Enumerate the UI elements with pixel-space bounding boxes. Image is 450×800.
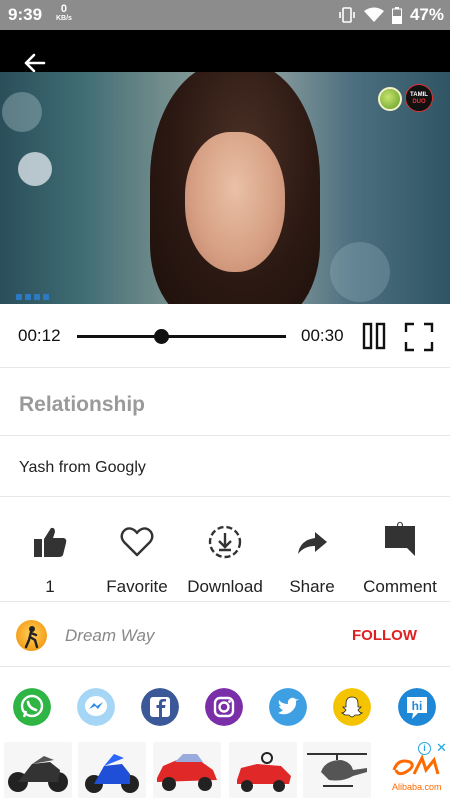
title-row: Relationship [0, 369, 450, 436]
ad-product-toy-car[interactable] [153, 742, 221, 798]
seek-bar-progress [77, 335, 161, 338]
social-mini-icon [25, 294, 31, 300]
comment-count: 0 [396, 519, 404, 534]
like-button[interactable]: 1 [5, 498, 95, 602]
motorcycle-icon [8, 756, 68, 792]
network-speed-unit: KB/s [56, 15, 72, 22]
subtitle-row: Yash from Googly [0, 437, 450, 497]
bokeh-light [18, 152, 52, 186]
social-mini-icon [34, 294, 40, 300]
share-button[interactable]: Share [267, 498, 357, 602]
video-subtitle: Yash from Googly [19, 459, 146, 476]
ad-product-toy-bike[interactable] [78, 742, 146, 798]
bokeh-light [330, 242, 390, 302]
ride-on-car-icon [237, 752, 291, 792]
twitter-icon[interactable] [269, 688, 307, 726]
helicopter-icon [307, 753, 367, 787]
seek-bar-thumb[interactable] [153, 329, 169, 344]
battery-icon [391, 6, 402, 24]
share-arrow-icon [298, 532, 327, 554]
badge-line-1: TAMIL [410, 92, 428, 98]
share-bar: hi [0, 682, 450, 737]
total-time: 00:30 [301, 326, 344, 345]
status-icons: 47% [338, 5, 444, 25]
ad-info-icon[interactable]: i [418, 742, 431, 755]
thumbs-up-icon [34, 527, 67, 557]
ad-product-helicopter[interactable] [303, 742, 371, 798]
follow-button[interactable]: FOLLOW [352, 627, 417, 644]
network-speed: 0 KB/s [56, 4, 72, 24]
share-label: Share [289, 577, 335, 596]
ad-banner[interactable]: Alibaba.com i ✕ [0, 740, 450, 800]
current-time: 00:12 [18, 326, 61, 345]
ad-product-motorcycle[interactable] [4, 742, 72, 798]
seek-bar[interactable] [77, 329, 286, 344]
social-mini-icon [43, 294, 49, 300]
battery-percent: 47% [409, 5, 444, 24]
toy-car-icon [157, 754, 217, 791]
player-controls: 00:12 00:30 [0, 304, 450, 368]
channel-name[interactable]: Dream Way [65, 626, 154, 646]
favorite-button[interactable]: Favorite [92, 498, 182, 602]
video-figure-face [185, 132, 285, 272]
vibrate-icon [339, 7, 355, 23]
heart-icon [120, 527, 154, 557]
status-bar: 9:39 0 KB/s 47% [0, 0, 450, 30]
snapchat-icon[interactable] [333, 688, 371, 726]
wifi-icon [363, 7, 384, 22]
tamil-duo-badge: TAMIL DUO [405, 84, 433, 112]
messenger-icon[interactable] [77, 688, 115, 726]
action-bar: 1 Favorite Download Share 0 Comment [0, 498, 450, 602]
download-label: Download [187, 577, 263, 596]
whatsapp-icon[interactable] [13, 688, 51, 726]
facebook-icon[interactable] [141, 688, 179, 726]
bokeh-light [2, 92, 42, 132]
video-title: Relationship [19, 393, 146, 416]
channel-row: Dream Way FOLLOW [0, 603, 450, 667]
status-time: 9:39 [8, 5, 43, 24]
favorite-label: Favorite [106, 577, 168, 596]
instagram-icon[interactable] [205, 688, 243, 726]
like-count: 1 [45, 577, 55, 596]
download-button[interactable]: Download [180, 498, 270, 602]
video-top-bar [0, 30, 450, 72]
comment-button[interactable]: 0 Comment [355, 498, 445, 602]
alibaba-logo-icon [392, 754, 440, 776]
ad-brand: Alibaba.com [392, 782, 442, 792]
fullscreen-icon[interactable] [404, 322, 434, 352]
ad-close-icon[interactable]: ✕ [436, 740, 447, 756]
hike-icon[interactable]: hi [398, 688, 436, 726]
comment-label: Comment [363, 577, 437, 596]
channel-logo-icon [378, 87, 402, 111]
toy-bike-icon [85, 754, 139, 793]
social-mini-icon [16, 294, 22, 300]
walker-silhouette-icon [24, 626, 39, 649]
badge-line-2: DUO [412, 99, 426, 105]
download-icon [208, 525, 242, 559]
ad-product-ride-on-car[interactable] [229, 742, 297, 798]
video-social-icons [16, 294, 49, 300]
avatar[interactable] [16, 620, 47, 651]
pause-icon[interactable] [362, 321, 388, 351]
svg-text:hi: hi [412, 699, 423, 713]
